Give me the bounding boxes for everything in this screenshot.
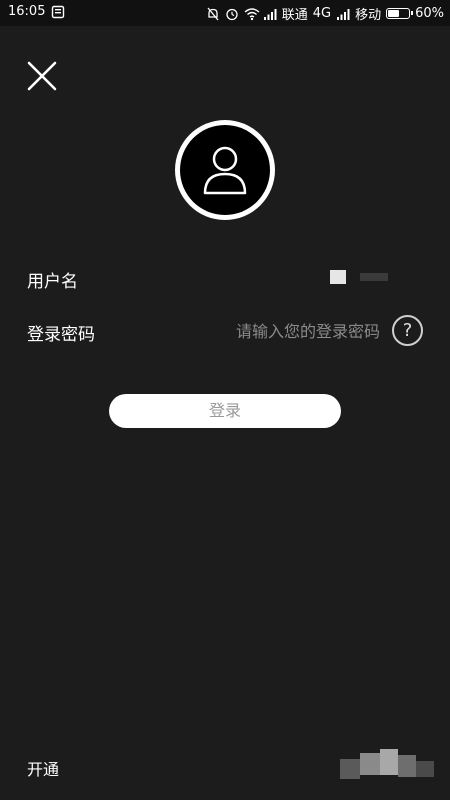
avatar[interactable]: [175, 120, 275, 220]
status-bar: 16:05 联通 4G 移动 60%: [0, 0, 450, 26]
battery-fill: [388, 10, 400, 17]
open-label: 开通: [27, 760, 60, 779]
blur-block: [340, 759, 360, 779]
password-label: 登录密码: [27, 325, 95, 345]
status-time: 16:05: [8, 4, 46, 19]
signal-icon: [263, 7, 277, 21]
network-type: 4G: [312, 6, 332, 21]
alarm-icon: [225, 7, 239, 21]
mute-bell-icon: [206, 7, 220, 21]
username-blur: [360, 273, 388, 281]
battery-percent: 60%: [415, 6, 444, 21]
carrier-1: 联通: [281, 8, 308, 23]
username-blur: [330, 270, 346, 284]
wifi-icon: [244, 7, 260, 21]
open-value[interactable]: [340, 745, 436, 783]
message-icon: [51, 5, 65, 19]
status-left: 16:05: [8, 4, 65, 19]
password-input[interactable]: [200, 318, 380, 344]
battery-icon: [386, 8, 414, 19]
help-button[interactable]: ?: [392, 315, 423, 346]
blur-block: [398, 755, 416, 777]
blur-block: [360, 753, 380, 775]
blur-block: [380, 749, 398, 775]
help-icon: ?: [402, 320, 413, 341]
close-button[interactable]: [26, 60, 58, 92]
username-value[interactable]: [328, 266, 392, 288]
signal-icon: [336, 7, 350, 21]
blur-block: [416, 761, 434, 777]
avatar-inner: [180, 125, 270, 215]
close-icon: [27, 61, 57, 91]
user-icon: [203, 146, 247, 195]
login-button[interactable]: 登录: [109, 394, 341, 428]
carrier-2: 移动: [355, 8, 382, 23]
status-right: 联通 4G 移动 60%: [206, 4, 444, 23]
username-label: 用户名: [27, 272, 78, 292]
